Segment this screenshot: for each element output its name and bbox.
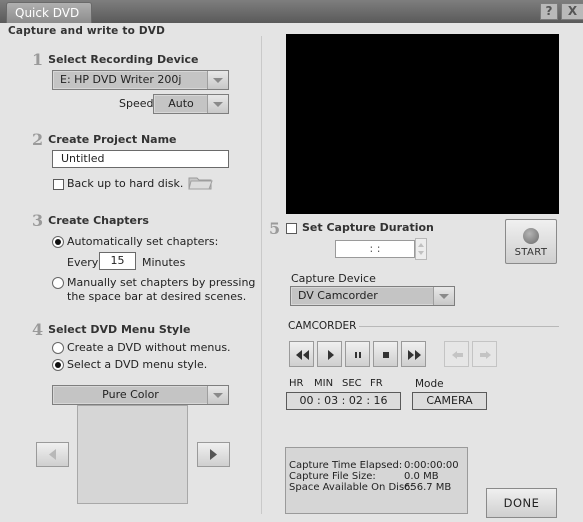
menu-style-label: Select a DVD menu style.	[67, 358, 208, 371]
capture-status-panel: Capture Time Elapsed: 0:00:00:00 Capture…	[285, 447, 468, 514]
close-button[interactable]: X	[561, 3, 583, 20]
window-title: Quick DVD	[6, 2, 92, 23]
quick-dvd-window: Quick DVD ? X Capture and write to DVD 1…	[0, 0, 583, 522]
auto-chapters-radio[interactable]	[52, 236, 64, 248]
fast-forward-icon	[408, 350, 421, 360]
no-menu-radio[interactable]	[52, 342, 64, 354]
recording-device-value: E: HP DVD Writer 200j	[54, 72, 207, 88]
play-button[interactable]	[317, 341, 342, 367]
every-label: Every	[67, 256, 99, 269]
manual-chapters-label-line2: the space bar at desired scenes.	[67, 290, 247, 303]
status-time-label: Capture Time Elapsed:	[289, 460, 403, 471]
arrow-right-icon	[480, 351, 491, 359]
mode-display: CAMERA	[412, 392, 487, 410]
spinner-arrows-icon	[418, 243, 424, 255]
chevron-down-icon[interactable]	[207, 71, 228, 89]
pause-button[interactable]	[345, 341, 370, 367]
project-name-input[interactable]: Untitled	[52, 150, 229, 168]
timecode-header-hr: HR	[289, 378, 304, 389]
menu-style-radio[interactable]	[52, 359, 64, 371]
window-subtitle: Capture and write to DVD	[8, 25, 166, 37]
duration-spinner[interactable]	[415, 238, 427, 260]
stop-icon	[383, 352, 389, 358]
chapter-minutes-input[interactable]: 15	[99, 252, 136, 270]
status-space-value: 656.7 MB	[404, 482, 452, 493]
rewind-icon	[296, 350, 309, 360]
chevron-down-icon[interactable]	[207, 386, 228, 404]
speed-value: Auto	[155, 96, 207, 112]
title-bar: Quick DVD ? X	[0, 0, 583, 23]
capture-duration-label: Set Capture Duration	[302, 221, 434, 234]
mark-in-button[interactable]	[444, 341, 469, 367]
step4-number: 4	[32, 320, 44, 339]
menu-style-thumbnail[interactable]	[77, 405, 188, 504]
mode-label: Mode	[415, 378, 444, 390]
step4-title: Select DVD Menu Style	[48, 323, 191, 336]
capture-duration-input[interactable]: : :	[335, 240, 415, 258]
start-label: START	[514, 247, 548, 258]
pause-icon	[355, 352, 361, 358]
fast-forward-button[interactable]	[401, 341, 426, 367]
status-space-label: Space Available On Disc:	[289, 482, 414, 493]
recording-device-select[interactable]: E: HP DVD Writer 200j	[52, 70, 229, 90]
timecode-header-min: MIN	[314, 378, 334, 389]
folder-icon[interactable]	[188, 174, 214, 190]
chevron-down-icon[interactable]	[433, 287, 454, 305]
step2-title: Create Project Name	[48, 133, 177, 146]
capture-duration-checkbox[interactable]	[286, 223, 297, 234]
step2-number: 2	[32, 130, 44, 149]
menu-style-value: Pure Color	[54, 387, 207, 403]
speed-label: Speed	[119, 97, 154, 110]
help-button[interactable]: ?	[540, 3, 558, 20]
speed-select[interactable]: Auto	[153, 94, 229, 114]
status-size-label: Capture File Size:	[289, 471, 376, 482]
stop-button[interactable]	[373, 341, 398, 367]
minutes-label: Minutes	[142, 256, 186, 269]
camcorder-divider	[359, 326, 559, 327]
manual-chapters-label-line1: Manually set chapters by pressing	[67, 276, 256, 289]
capture-device-label: Capture Device	[291, 272, 376, 285]
start-button[interactable]: START	[505, 219, 557, 264]
step4-heading: 4 Select DVD Menu Style	[32, 320, 190, 339]
arrow-left-icon	[49, 449, 56, 460]
timecode-header-sec: SEC	[342, 378, 362, 389]
play-icon	[328, 350, 334, 360]
rewind-button[interactable]	[289, 341, 314, 367]
step1-heading: 1 Select Recording Device	[32, 50, 199, 69]
step3-heading: 3 Create Chapters	[32, 211, 149, 230]
step1-number: 1	[32, 50, 44, 69]
capture-device-select[interactable]: DV Camcorder	[290, 286, 455, 306]
record-icon	[523, 228, 539, 244]
mark-out-button[interactable]	[472, 341, 497, 367]
step5-number: 5	[269, 219, 281, 238]
panel-divider	[261, 36, 262, 514]
menu-prev-button[interactable]	[36, 442, 69, 467]
auto-chapters-label: Automatically set chapters:	[67, 235, 219, 248]
menu-style-select[interactable]: Pure Color	[52, 385, 229, 405]
capture-device-value: DV Camcorder	[292, 288, 433, 304]
backup-checkbox[interactable]	[53, 179, 64, 190]
video-preview	[286, 34, 559, 214]
arrow-left-icon	[452, 351, 463, 359]
status-time-value: 0:00:00:00	[404, 460, 459, 471]
backup-label: Back up to hard disk.	[67, 177, 184, 190]
step2-heading: 2 Create Project Name	[32, 130, 177, 149]
step3-title: Create Chapters	[48, 214, 149, 227]
menu-next-button[interactable]	[197, 442, 230, 467]
manual-chapters-radio[interactable]	[52, 277, 64, 289]
step1-title: Select Recording Device	[48, 53, 199, 66]
step5-heading: 5	[269, 219, 285, 238]
timecode-header-fr: FR	[370, 378, 383, 389]
camcorder-section-label: CAMCORDER	[288, 320, 357, 332]
no-menu-label: Create a DVD without menus.	[67, 341, 231, 354]
step3-number: 3	[32, 211, 44, 230]
timecode-display: 00 : 03 : 02 : 16	[286, 392, 401, 410]
arrow-right-icon	[210, 449, 217, 460]
done-button[interactable]: DONE	[486, 488, 557, 518]
status-size-value: 0.0 MB	[404, 471, 439, 482]
chevron-down-icon[interactable]	[207, 95, 228, 113]
